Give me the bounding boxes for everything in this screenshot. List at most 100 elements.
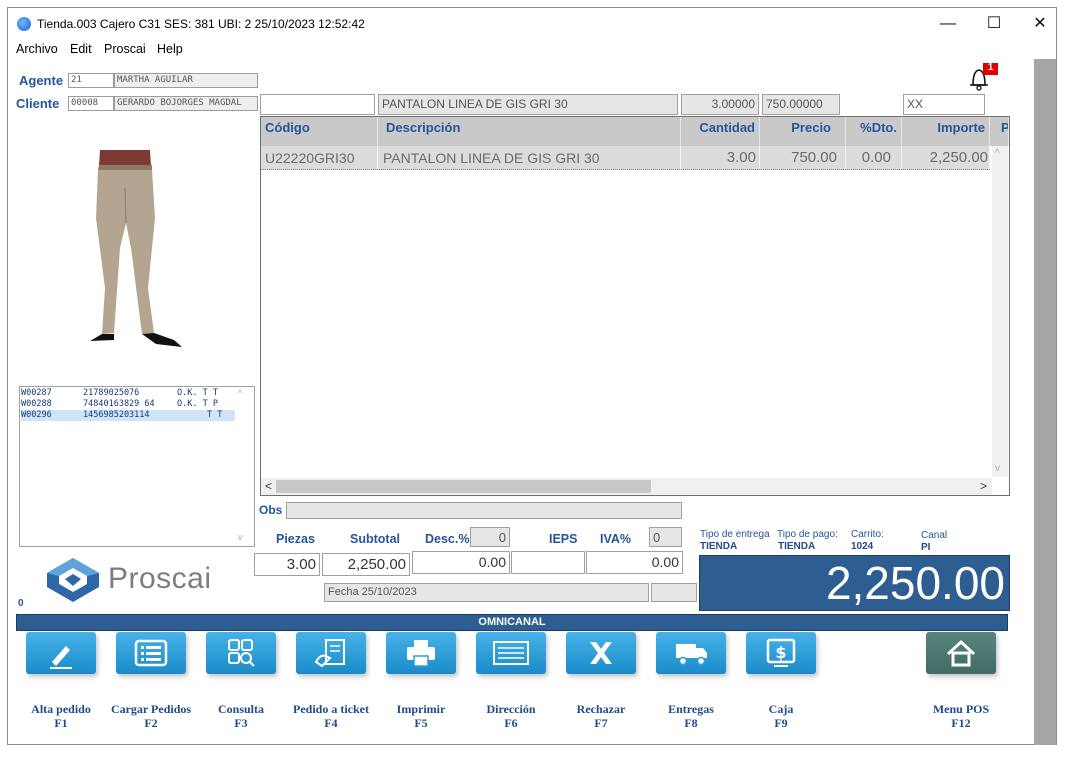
canal-value: PI bbox=[921, 542, 931, 553]
iva-percent-field[interactable]: 0 bbox=[649, 527, 682, 547]
scrollbar-thumb[interactable] bbox=[276, 480, 651, 493]
pieces-field: 3.00 bbox=[254, 553, 320, 576]
address-icon bbox=[493, 641, 529, 665]
search-grid-icon bbox=[228, 639, 255, 667]
serial-number: 1456985203114 bbox=[83, 410, 150, 420]
items-grid bbox=[260, 116, 1010, 496]
serial-number: 74840163829 64 bbox=[83, 399, 155, 409]
col-header-dto[interactable]: %Dto. bbox=[846, 117, 902, 146]
col-header-descripcion[interactable]: Descripción bbox=[378, 117, 681, 146]
menu-archivo[interactable]: Archivo bbox=[16, 42, 58, 56]
menu-pos-button[interactable]: Menu POS F12 bbox=[926, 632, 1000, 730]
carrito-label: Carrito: bbox=[851, 529, 884, 540]
pencil-icon bbox=[50, 646, 72, 669]
obs-label: Obs bbox=[259, 503, 283, 517]
table-row-importe[interactable]: 2,250.00 bbox=[902, 146, 990, 170]
list-scroll-down-icon[interactable]: v bbox=[238, 532, 243, 542]
obs-field[interactable] bbox=[286, 502, 682, 519]
table-row-descripcion[interactable]: PANTALON LINEA DE GIS GRI 30 bbox=[378, 146, 681, 170]
serial-status: T T bbox=[207, 410, 223, 420]
scroll-down-icon[interactable]: v bbox=[995, 463, 1000, 474]
caja-button[interactable]: $ Caja F9 bbox=[746, 632, 820, 730]
date-extra-field bbox=[651, 583, 697, 602]
proscai-logo-icon bbox=[47, 558, 99, 602]
button-label: Menu POS F12 bbox=[932, 702, 990, 730]
grid-vertical-scrollbar[interactable] bbox=[992, 146, 1008, 477]
tipo-entrega-label: Tipo de entrega bbox=[700, 529, 770, 540]
desc-amount-field: 0.00 bbox=[412, 551, 510, 574]
scroll-left-icon[interactable]: < bbox=[265, 479, 272, 493]
pieces-label: Piezas bbox=[276, 532, 315, 546]
printer-icon bbox=[407, 640, 435, 667]
client-name-field: GERARDO BOJORGES MAGDAL bbox=[114, 96, 258, 111]
menu-edit[interactable]: Edit bbox=[70, 42, 92, 56]
item-code-input[interactable] bbox=[260, 94, 375, 115]
item-extra-field[interactable]: XX bbox=[903, 94, 985, 115]
col-header-p[interactable]: P bbox=[990, 117, 1009, 146]
table-row-dto[interactable]: 0.00 bbox=[846, 146, 902, 170]
product-image bbox=[90, 150, 182, 347]
close-button[interactable]: ✕ bbox=[1018, 12, 1062, 36]
desc-label: Desc.% bbox=[425, 532, 470, 546]
subtotal-field: 2,250.00 bbox=[322, 553, 410, 576]
col-header-cantidad[interactable]: Cantidad bbox=[681, 117, 760, 146]
ieps-label: IEPS bbox=[549, 532, 578, 546]
button-label: Caja F9 bbox=[768, 702, 794, 730]
agent-name-field: MARTHA AGUILAR bbox=[114, 73, 258, 88]
item-price-field[interactable]: 750.00000 bbox=[762, 94, 840, 115]
rechazar-button[interactable]: Rechazar F7 bbox=[566, 632, 640, 730]
col-header-importe[interactable]: Importe bbox=[902, 117, 990, 146]
scroll-up-icon[interactable]: ^ bbox=[995, 148, 1000, 159]
client-code-field[interactable]: 00008 bbox=[68, 96, 114, 111]
tipo-pago-value: TIENDA bbox=[778, 541, 816, 552]
tipo-pago-label: Tipo de pago: bbox=[777, 529, 838, 540]
cashbox-icon: $ bbox=[766, 638, 796, 667]
brand-name: Proscai bbox=[108, 562, 212, 595]
serial-code: W00287 bbox=[21, 388, 52, 398]
client-label: Cliente bbox=[16, 96, 60, 111]
notification-badge: 1 bbox=[987, 62, 994, 73]
window-title: Tienda.003 Cajero C31 SES: 381 UBI: 2 25… bbox=[37, 17, 365, 31]
svg-text:$: $ bbox=[775, 643, 786, 662]
entregas-button[interactable]: Entregas F8 bbox=[656, 632, 730, 730]
agent-label: Agente bbox=[19, 73, 64, 88]
imprimir-button[interactable]: Imprimir F5 bbox=[386, 632, 460, 730]
alta-pedido-button[interactable]: Alta pedido F1 bbox=[26, 632, 100, 730]
direccion-button[interactable]: Dirección F6 bbox=[476, 632, 550, 730]
list-item-selected[interactable]: W00296 1456985203114 T T bbox=[21, 410, 235, 421]
list-item[interactable]: W00287 21789025076 O.K. T T bbox=[21, 388, 237, 398]
iva-label: IVA% bbox=[600, 532, 632, 546]
serial-status: O.K. T P bbox=[177, 399, 218, 409]
table-row-codigo[interactable]: U22220GRI30 bbox=[261, 146, 378, 170]
menu-help[interactable]: Help bbox=[157, 42, 183, 56]
pedido-ticket-button[interactable]: Pedido a ticket F4 bbox=[293, 632, 370, 730]
item-description-field: PANTALON LINEA DE GIS GRI 30 bbox=[378, 94, 678, 115]
agent-code-field[interactable]: 21 bbox=[68, 73, 114, 88]
channel-banner: OMNICANAL bbox=[16, 614, 1008, 631]
menu-bar: Archivo Edit Proscai Help bbox=[8, 41, 1056, 61]
maximize-button[interactable]: ☐ bbox=[972, 12, 1016, 36]
desc-percent-field[interactable]: 0 bbox=[470, 527, 510, 547]
truck-icon bbox=[676, 644, 707, 666]
list-scroll-up-icon[interactable]: ^ bbox=[238, 388, 242, 398]
app-globe-icon bbox=[17, 17, 31, 31]
col-header-codigo[interactable]: Código bbox=[261, 117, 378, 146]
menu-proscai[interactable]: Proscai bbox=[104, 42, 146, 56]
iva-amount-field: 0.00 bbox=[586, 551, 683, 574]
grand-total: 2,250.00 bbox=[699, 555, 1010, 611]
table-row-cantidad[interactable]: 3.00 bbox=[681, 146, 760, 170]
title-bar: Tienda.003 Cajero C31 SES: 381 UBI: 2 25… bbox=[8, 8, 1056, 40]
canal-label: Canal bbox=[921, 530, 948, 541]
list-icon bbox=[134, 639, 168, 667]
scroll-right-icon[interactable]: > bbox=[980, 479, 987, 493]
table-row-precio[interactable]: 750.00 bbox=[760, 146, 846, 170]
item-quantity-field[interactable]: 3.00000 bbox=[681, 94, 759, 115]
side-panel bbox=[1034, 59, 1056, 745]
col-header-precio[interactable]: Precio bbox=[760, 117, 846, 146]
minimize-button[interactable]: — bbox=[926, 12, 970, 36]
list-item[interactable]: W00288 74840163829 64 O.K. T P bbox=[21, 399, 237, 409]
cargar-pedidos-button[interactable]: Cargar Pedidos F2 bbox=[111, 632, 191, 730]
consulta-button[interactable]: Consulta F3 bbox=[206, 632, 280, 730]
serial-number: 21789025076 bbox=[83, 388, 140, 398]
serial-code: W00288 bbox=[21, 399, 52, 409]
